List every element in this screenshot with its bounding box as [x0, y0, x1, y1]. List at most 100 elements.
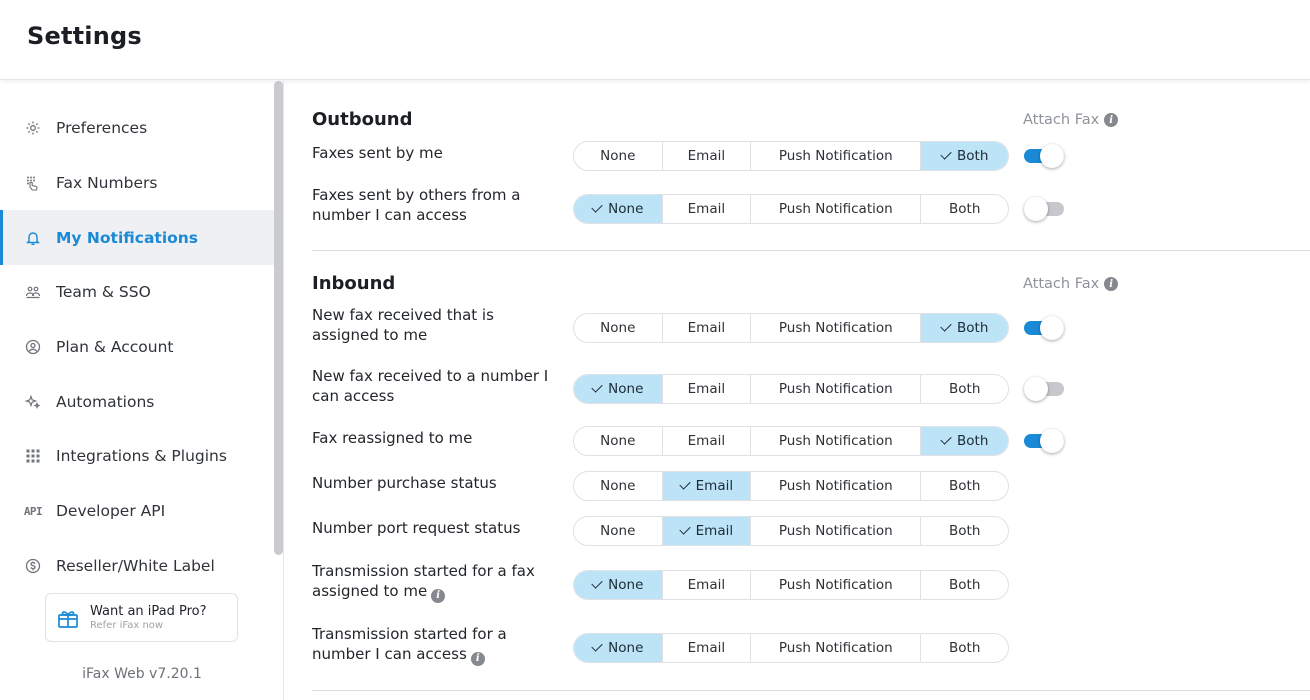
referral-promo-card[interactable]: Want an iPad Pro? Refer iFax now [45, 593, 238, 642]
option-label: Both [949, 381, 981, 397]
option-label: Both [949, 577, 981, 593]
option-push-notification[interactable]: Push Notification [751, 517, 922, 545]
option-none[interactable]: None [574, 571, 663, 599]
user-circle-icon [24, 338, 42, 356]
sidebar-item-plan-account[interactable]: Plan & Account [0, 320, 274, 375]
sidebar-item-team-sso[interactable]: Team & SSO [0, 265, 274, 320]
option-push-notification[interactable]: Push Notification [751, 375, 922, 403]
team-icon [24, 283, 42, 301]
notification-option-group: None Email Push Notification Both [573, 471, 1009, 501]
option-email[interactable]: Email [663, 571, 752, 599]
option-label: None [600, 523, 636, 539]
option-none[interactable]: None [574, 142, 663, 170]
info-icon[interactable]: i [431, 589, 446, 603]
sidebar-item-label: Automations [56, 392, 155, 411]
option-email[interactable]: Email [663, 142, 752, 170]
notification-row-label: Faxes sent by others from a number I can… [312, 186, 521, 224]
option-label: Email [695, 478, 734, 494]
option-push-notification[interactable]: Push Notification [751, 314, 922, 342]
option-email[interactable]: Email [663, 634, 752, 662]
notification-row-label: Number port request status [312, 519, 521, 537]
option-email[interactable]: Email [663, 375, 752, 403]
option-both[interactable]: Both [921, 427, 1008, 455]
sidebar-scrollbar[interactable] [274, 81, 283, 555]
attach-fax-toggle[interactable] [1024, 316, 1064, 340]
sidebar-item-developer-api[interactable]: API Developer API [0, 484, 274, 539]
sidebar-item-fax-numbers[interactable]: Fax Numbers [0, 156, 274, 211]
grid-icon [24, 447, 42, 465]
notification-option-group: None Email Push Notification Both [573, 516, 1009, 546]
option-both[interactable]: Both [921, 634, 1008, 662]
option-email[interactable]: Email [662, 472, 752, 500]
dollar-circle-icon [24, 557, 42, 575]
gear-icon [24, 119, 42, 137]
sidebar-item-reseller-white-label[interactable]: Reseller/White Label [0, 539, 274, 594]
option-both[interactable]: Both [921, 472, 1008, 500]
attach-fax-toggle[interactable] [1024, 377, 1064, 401]
attach-fax-toggle[interactable] [1024, 429, 1064, 453]
option-none[interactable]: None [574, 195, 663, 223]
check-icon [591, 381, 603, 393]
section-divider [312, 690, 1310, 691]
option-both[interactable]: Both [921, 195, 1008, 223]
option-label: Both [949, 523, 981, 539]
notification-row-label: New fax received that is assigned to me [312, 306, 494, 344]
sidebar-item-label: Reseller/White Label [56, 556, 215, 575]
info-icon[interactable]: i [1104, 277, 1119, 291]
option-label: None [600, 148, 636, 164]
info-icon[interactable]: i [1104, 113, 1119, 127]
app-version: iFax Web v7.20.1 [82, 666, 202, 682]
promo-title: Want an iPad Pro? [90, 604, 207, 619]
option-push-notification[interactable]: Push Notification [751, 427, 922, 455]
option-label: Both [949, 201, 981, 217]
notification-option-group: None Email Push Notification Both [573, 633, 1009, 663]
option-push-notification[interactable]: Push Notification [751, 571, 922, 599]
option-none[interactable]: None [574, 472, 663, 500]
sidebar-item-label: Developer API [56, 502, 166, 521]
sidebar-item-label: My Notifications [56, 228, 199, 247]
option-push-notification[interactable]: Push Notification [751, 472, 922, 500]
option-label: Email [687, 640, 726, 656]
option-label: Email [687, 433, 726, 449]
option-none[interactable]: None [574, 314, 663, 342]
option-email[interactable]: Email [663, 195, 752, 223]
notifications-panel: Outbound Attach Fax i Faxes sent by me No… [284, 81, 1310, 700]
sidebar-item-integrations-plugins[interactable]: Integrations & Plugins [0, 429, 274, 484]
option-label: Both [949, 640, 981, 656]
sidebar-item-label: Team & SSO [56, 283, 151, 302]
option-none[interactable]: None [574, 634, 663, 662]
option-both[interactable]: Both [921, 571, 1008, 599]
option-push-notification[interactable]: Push Notification [751, 634, 922, 662]
option-email[interactable]: Email [663, 314, 752, 342]
toggle-knob [1040, 316, 1064, 340]
sidebar-item-my-notifications[interactable]: My Notifications [0, 210, 274, 266]
option-label: Push Notification [778, 640, 893, 656]
option-none[interactable]: None [574, 375, 663, 403]
option-both[interactable]: Both [921, 375, 1008, 403]
toggle-knob [1040, 144, 1064, 168]
option-both[interactable]: Both [921, 314, 1008, 342]
option-both[interactable]: Both [921, 517, 1008, 545]
option-none[interactable]: None [574, 427, 663, 455]
sidebar-item-preferences[interactable]: Preferences [0, 101, 274, 156]
check-icon [591, 201, 603, 213]
option-both[interactable]: Both [921, 142, 1008, 170]
option-push-notification[interactable]: Push Notification [751, 195, 922, 223]
notification-option-group: None Email Push Notification Both [573, 374, 1009, 404]
option-label: Push Notification [778, 381, 893, 397]
option-email[interactable]: Email [663, 427, 752, 455]
attach-fax-toggle[interactable] [1024, 144, 1064, 168]
inbound-section-title: Inbound [312, 273, 396, 294]
notification-row-label: New fax received to a number I can acces… [312, 367, 549, 405]
info-icon[interactable]: i [470, 652, 485, 666]
option-label: Push Notification [778, 433, 893, 449]
option-push-notification[interactable]: Push Notification [751, 142, 922, 170]
option-label: None [608, 201, 644, 217]
option-none[interactable]: None [574, 517, 663, 545]
sidebar-item-automations[interactable]: Automations [0, 374, 274, 429]
notification-option-group: None Email Push Notification Both [573, 570, 1009, 600]
option-email[interactable]: Email [662, 517, 752, 545]
sidebar-item-label: Integrations & Plugins [56, 447, 227, 466]
attach-fax-toggle[interactable] [1024, 197, 1064, 221]
option-label: None [600, 320, 636, 336]
